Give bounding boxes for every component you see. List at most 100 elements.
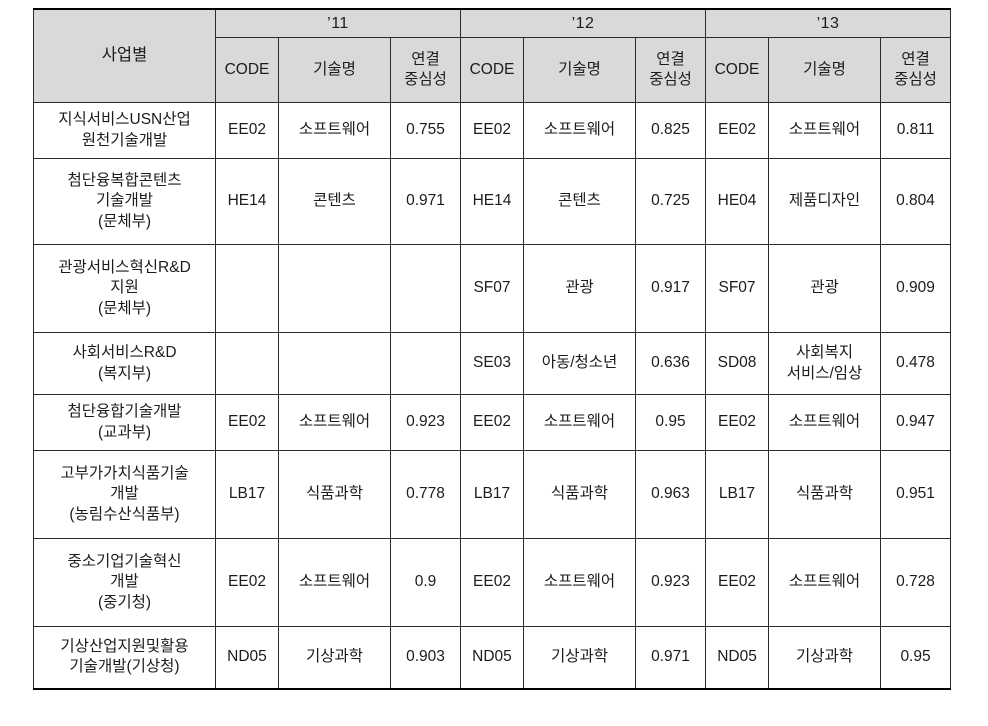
tech-cell-2013: 사회복지 서비스/임상 — [768, 332, 882, 396]
header-centrality-line2: 중심성 — [894, 71, 937, 89]
tech-cell-2012: 관광 — [523, 244, 636, 334]
centrality-value: 0.903 — [406, 648, 445, 666]
tech-cell-2011: 식품과학 — [278, 450, 391, 540]
table-row: 고부가가치식품기술 개발 (농림수산식품부) LB17 식품과학 0.778 LB17 식품과… — [33, 450, 952, 540]
centrality-value: 0.963 — [651, 485, 690, 503]
code-value: EE02 — [473, 121, 511, 139]
centrality-value: 0.947 — [896, 413, 935, 431]
code-cell-2011: EE02 — [215, 538, 279, 628]
tech-cell-2013: 관광 — [768, 244, 882, 334]
header-centrality-line1: 연결 — [656, 50, 685, 68]
code-value: SF07 — [718, 279, 756, 297]
tech-cell-2011: 기상과학 — [278, 626, 391, 690]
centrality-cell-2013: 0.909 — [880, 244, 952, 334]
centrality-value: 0.923 — [406, 413, 445, 431]
table-row: 지식서비스USN산업 원천기술개발 EE02 소프트웨어 0.755 EE02 소프트웨어 0… — [33, 102, 952, 160]
centrality-cell-2012: 0.725 — [634, 158, 707, 246]
code-cell-2013: HE04 — [705, 158, 770, 246]
business-name-line: 고부가가치식품기술 — [60, 464, 189, 482]
tech-value: 소프트웨어 — [298, 413, 371, 431]
header-row-years: 사업별 ’11 ’12 ’13 — [33, 8, 952, 104]
tech-cell-2013: 제품디자인 — [768, 158, 882, 246]
business-name-line: 기상산업지원및활용 — [60, 637, 189, 655]
business-name-line: 첨단융복합콘텐츠 — [67, 171, 182, 189]
centrality-cell-2013: 0.804 — [880, 158, 952, 246]
centrality-value: 0.95 — [900, 648, 931, 666]
code-value: EE02 — [718, 121, 756, 139]
centrality-value: 0.971 — [651, 648, 690, 666]
tech-value: 소프트웨어 — [788, 121, 861, 139]
centrality-value: 0.951 — [896, 485, 935, 503]
centrality-value: 0.755 — [406, 121, 445, 139]
code-value: EE02 — [718, 573, 756, 591]
tech-cell-2013: 식품과학 — [768, 450, 882, 540]
code-cell-2011 — [215, 332, 279, 396]
tech-value: 식품과학 — [795, 485, 854, 503]
code-value: HE14 — [472, 192, 512, 210]
centrality-cell-2012: 0.825 — [634, 102, 707, 160]
code-cell-2011: LB17 — [215, 450, 279, 540]
code-cell-2012: EE02 — [460, 538, 524, 628]
tech-value: 아동/청소년 — [541, 354, 618, 372]
header-year-2011: ’11 — [215, 8, 461, 39]
centrality-cell-2011 — [390, 332, 461, 396]
tech-value: 소프트웨어 — [543, 573, 616, 591]
header-code-2011: CODE — [215, 37, 279, 104]
header-centrality-line1: 연결 — [411, 50, 440, 68]
tech-cell-2012: 아동/청소년 — [523, 332, 636, 396]
business-name-line: 지원 — [110, 279, 139, 297]
business-name-line: 기술개발(기상청) — [69, 658, 180, 676]
header-code-2013: CODE — [705, 37, 770, 104]
business-name-cell: 지식서비스USN산업 원천기술개발 — [33, 102, 216, 160]
tech-value: 소프트웨어 — [788, 413, 861, 431]
code-cell-2011 — [215, 244, 279, 334]
centrality-cell-2011: 0.9 — [390, 538, 461, 628]
code-value: LB17 — [718, 485, 756, 503]
business-name-cell: 사회서비스R&D (복지부) — [33, 332, 216, 396]
header-year-2012: ’12 — [459, 8, 707, 39]
code-value: ND05 — [227, 648, 267, 666]
business-name-line: 개발 — [110, 485, 139, 503]
table-row: 기상산업지원및활용 기술개발(기상청) ND05 기상과학 0.903 ND05 기상과학 0… — [33, 626, 952, 690]
tech-cell-2012: 소프트웨어 — [523, 102, 636, 160]
centrality-cell-2013: 0.95 — [880, 626, 952, 690]
code-value: HE04 — [717, 192, 757, 210]
code-cell-2012: EE02 — [460, 394, 524, 452]
code-value: ND05 — [717, 648, 757, 666]
header-centrality-2011: 연결 중심성 — [390, 37, 461, 104]
tech-value: 소프트웨어 — [543, 121, 616, 139]
header-tech-2011: 기술명 — [278, 37, 391, 104]
centrality-cell-2012: 0.95 — [634, 394, 707, 452]
tech-value: 콘텐츠 — [558, 192, 601, 210]
tech-cell-2013: 소프트웨어 — [768, 538, 882, 628]
business-name-line: 원천기술개발 — [81, 131, 168, 149]
header-centrality-2013: 연결 중심성 — [880, 37, 952, 104]
code-value: ND05 — [472, 648, 512, 666]
business-name-line: 첨단융합기술개발 — [67, 403, 182, 421]
tech-cell-2011: 콘텐츠 — [278, 158, 391, 246]
centrality-cell-2011: 0.971 — [390, 158, 461, 246]
centrality-cell-2013: 0.951 — [880, 450, 952, 540]
code-value: EE02 — [473, 413, 511, 431]
code-value: LB17 — [473, 485, 511, 503]
tech-cell-2013: 소프트웨어 — [768, 102, 882, 160]
centrality-value: 0.478 — [896, 354, 935, 372]
centrality-value: 0.917 — [651, 279, 690, 297]
code-cell-2012: SE03 — [460, 332, 524, 396]
business-name-line: (문체부) — [97, 212, 152, 230]
tech-value: 관광 — [810, 279, 839, 297]
header-centrality-line2: 중심성 — [404, 71, 447, 89]
header-centrality-line2: 중심성 — [649, 71, 692, 89]
centrality-value: 0.778 — [406, 485, 445, 503]
table-row: 중소기업기술혁신 개발 (중기청) EE02 소프트웨어 0.9 EE02 소프트웨어 0.92… — [33, 538, 952, 628]
table-row: 첨단융합기술개발 (교과부) EE02 소프트웨어 0.923 EE02 소프트웨어 0.95… — [33, 394, 952, 452]
tech-cell-2011: 소프트웨어 — [278, 538, 391, 628]
tech-value: 기상과학 — [305, 648, 364, 666]
code-cell-2012: LB17 — [460, 450, 524, 540]
code-cell-2013: SF07 — [705, 244, 770, 334]
business-name-line: 중소기업기술혁신 — [67, 552, 182, 570]
code-cell-2012: SF07 — [460, 244, 524, 334]
centrality-value: 0.804 — [896, 192, 935, 210]
business-name-cell: 고부가가치식품기술 개발 (농림수산식품부) — [33, 450, 216, 540]
code-cell-2011: HE14 — [215, 158, 279, 246]
